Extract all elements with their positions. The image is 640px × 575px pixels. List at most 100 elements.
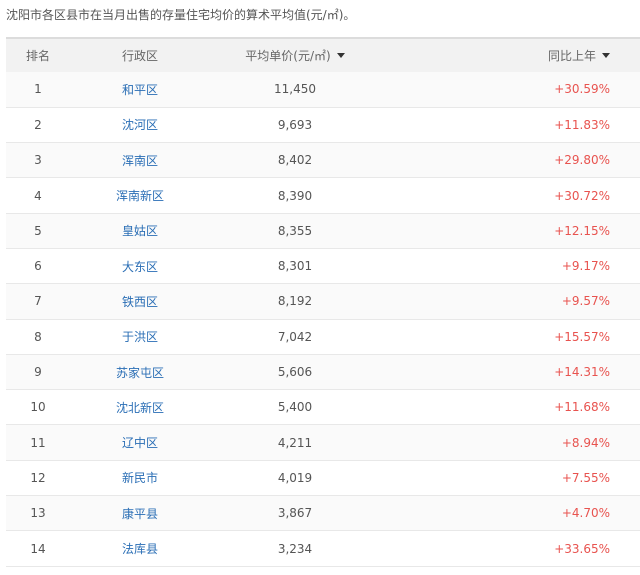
rank-cell: 6 [34,259,42,274]
sort-down-icon [602,53,610,58]
change-cell: +15.57% [554,329,610,344]
district-link[interactable]: 沈北新区 [116,401,164,415]
change-cell: +14.31% [554,365,610,380]
price-cell: 5,606 [277,365,313,380]
sort-down-icon [336,53,345,58]
table-row: 5 皇姑区 8,355 +12.15% [6,213,640,249]
district-cell: 铁西区 [70,284,210,319]
district-link[interactable]: 新民市 [122,471,158,485]
table-row: 7 铁西区 8,192 +9.57% [6,283,640,320]
header-change-label: 同比上年 [547,49,596,63]
district-link[interactable]: 康平县 [122,507,158,521]
district-link[interactable]: 辽中区 [122,436,158,450]
table-row: 8 于洪区 7,042 +15.57% [6,319,640,355]
price-cell: 8,301 [277,259,313,274]
change-cell: +9.57% [561,294,610,309]
rank-cell: 3 [34,153,42,168]
rank-cell: 10 [30,400,46,415]
district-link[interactable]: 沈河区 [122,118,158,132]
rank-cell: 14 [30,541,46,556]
district-link[interactable]: 和平区 [122,83,158,97]
price-cell: 3,234 [277,541,313,556]
change-cell: +8.94% [561,435,610,450]
price-cell: 8,402 [277,153,313,168]
rank-cell: 12 [30,470,46,485]
district-cell: 大东区 [70,248,210,283]
rank-cell: 2 [34,117,42,132]
table-row: 13 康平县 3,867 +4.70% [6,495,640,531]
district-link[interactable]: 大东区 [122,260,158,274]
table-row: 11 辽中区 4,211 +8.94% [6,424,640,461]
price-cell: 8,355 [277,223,313,238]
sort-by-price-button[interactable]: 平均单价(元/㎡) [245,47,345,64]
district-cell: 于洪区 [70,319,210,354]
district-cell: 沈河区 [70,107,210,142]
price-ranking-table: 排名 行政区 平均单价(元/㎡) 同比上年 1 和平区 11,450 +30.59% 2… [6,37,640,567]
change-cell: +4.70% [561,506,610,521]
change-cell: +11.83% [554,117,610,132]
table-row: 2 沈河区 9,693 +11.83% [6,107,640,143]
price-cell: 9,693 [277,117,313,132]
price-cell: 8,192 [277,294,313,309]
district-cell: 法库县 [70,531,210,566]
change-cell: +7.55% [561,470,610,485]
district-link[interactable]: 铁西区 [122,295,158,309]
price-ranking-table-container: 排名 行政区 平均单价(元/㎡) 同比上年 1 和平区 11,450 +30.59% 2… [6,37,640,567]
header-district: 行政区 [121,49,158,63]
district-cell: 皇姑区 [70,213,210,248]
rank-cell: 9 [34,365,42,380]
rank-cell: 4 [34,188,42,203]
table-body: 1 和平区 11,450 +30.59% 2 沈河区 9,693 +11.83% 3 浑南区 8,4… [6,72,640,567]
rank-cell: 8 [34,329,42,344]
change-cell: +11.68% [554,400,610,415]
district-cell: 沈北新区 [70,390,210,425]
price-cell: 4,211 [277,435,313,450]
table-header: 排名 行政区 平均单价(元/㎡) 同比上年 [6,38,640,72]
change-cell: +33.65% [554,541,610,556]
district-cell: 浑南区 [70,143,210,178]
district-link[interactable]: 苏家屯区 [116,366,164,380]
rank-cell: 11 [30,435,46,450]
sort-by-change-button[interactable]: 同比上年 [548,47,610,64]
price-cell: 3,867 [277,506,313,521]
table-row: 12 新民市 4,019 +7.55% [6,460,640,496]
table-row: 10 沈北新区 5,400 +11.68% [6,389,640,425]
table-row: 1 和平区 11,450 +30.59% [6,72,640,108]
district-cell: 康平县 [70,496,210,531]
district-link[interactable]: 法库县 [122,542,158,556]
rank-cell: 5 [34,223,42,238]
price-cell: 11,450 [274,82,316,97]
table-row: 6 大东区 8,301 +9.17% [6,248,640,284]
price-cell: 8,390 [277,188,313,203]
district-cell: 新民市 [70,460,210,495]
district-link[interactable]: 皇姑区 [122,224,158,238]
district-cell: 辽中区 [70,425,210,460]
table-row: 4 浑南新区 8,390 +30.72% [6,177,640,214]
price-cell: 5,400 [277,400,313,415]
header-change[interactable]: 同比上年 [380,38,640,72]
district-link[interactable]: 于洪区 [122,330,158,344]
change-cell: +29.80% [554,153,610,168]
district-link[interactable]: 浑南新区 [116,189,164,203]
district-cell: 苏家屯区 [70,354,210,389]
header-price-label: 平均单价(元/㎡) [245,49,331,63]
rank-cell: 7 [34,294,42,309]
district-cell: 浑南新区 [70,178,210,213]
price-cell: 7,042 [277,329,313,344]
district-cell: 和平区 [70,72,210,107]
rank-cell: 1 [34,82,42,97]
price-cell: 4,019 [277,470,313,485]
change-cell: +9.17% [561,259,610,274]
district-link[interactable]: 浑南区 [122,154,158,168]
table-row: 14 法库县 3,234 +33.65% [6,530,640,567]
header-price[interactable]: 平均单价(元/㎡) [210,38,380,72]
header-row: 排名 行政区 平均单价(元/㎡) 同比上年 [6,38,640,72]
rank-cell: 13 [30,506,46,521]
change-cell: +30.72% [554,188,610,203]
table-row: 9 苏家屯区 5,606 +14.31% [6,354,640,390]
header-rank: 排名 [25,49,50,63]
change-cell: +12.15% [554,223,610,238]
table-row: 3 浑南区 8,402 +29.80% [6,142,640,178]
table-caption: 沈阳市各区县市在当月出售的存量住宅均价的算术平均值(元/㎡)。 [6,8,356,22]
change-cell: +30.59% [554,82,610,97]
